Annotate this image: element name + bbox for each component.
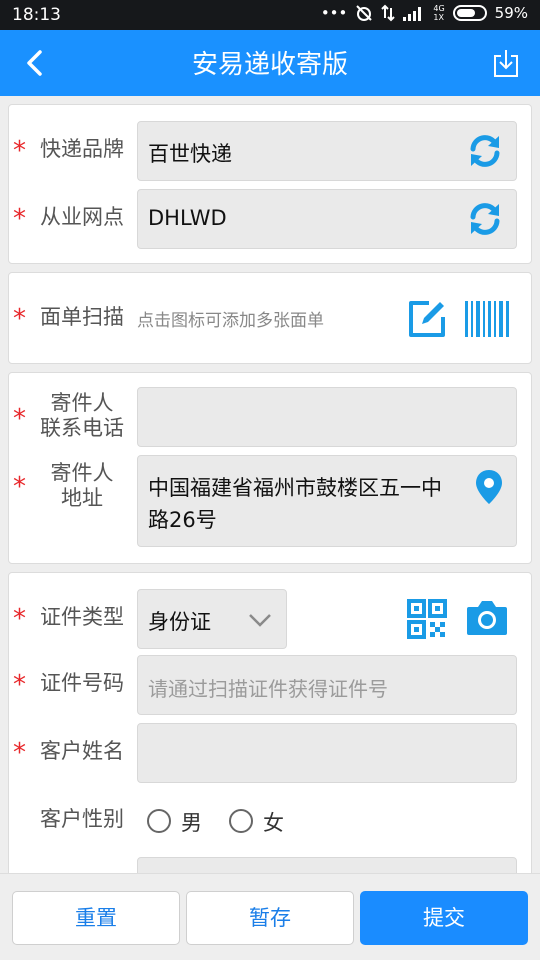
- save-draft-button[interactable]: 暂存: [186, 891, 354, 945]
- reset-button[interactable]: 重置: [12, 891, 180, 945]
- required-mark: *: [13, 604, 26, 634]
- chevron-down-icon: [249, 614, 271, 627]
- form-scroll-area[interactable]: * 快递品牌 百世快递 * 从业网点 DHLWD * 面单扫描 点击图标可添加多…: [0, 96, 540, 873]
- waybill-label-text: 面单扫描: [40, 305, 124, 329]
- required-mark: *: [13, 204, 26, 234]
- alarm-off-icon: [356, 5, 373, 21]
- network-type: 4G 1X: [433, 4, 444, 22]
- customer-card: * 证件类型 身份证 * 证件号码 请通过扫描证件获得证件号 * 客户姓名 客户…: [8, 572, 532, 873]
- app-bar: 安易递收寄版: [0, 30, 540, 96]
- id-type-select[interactable]: 身份证: [137, 589, 287, 649]
- customer-name-label-text: 客户姓名: [40, 739, 124, 763]
- status-icons: ••• 4G 1X 59%: [321, 4, 528, 22]
- status-time: 18:13: [12, 5, 61, 25]
- battery-icon: [452, 5, 487, 21]
- location-pin-icon[interactable]: [474, 468, 504, 506]
- required-mark: *: [13, 738, 26, 768]
- outlet-field[interactable]: DHLWD: [137, 189, 517, 249]
- download-icon[interactable]: [492, 48, 520, 78]
- submit-button[interactable]: 提交: [360, 891, 528, 945]
- brand-field[interactable]: 百世快递: [137, 121, 517, 181]
- barcode-icon[interactable]: [465, 301, 509, 337]
- sender-address-label-line2: 地址: [61, 486, 103, 510]
- id-type-label-text: 证件类型: [40, 605, 124, 629]
- outlet-label-text: 从业网点: [40, 205, 124, 229]
- next-field-partial[interactable]: [137, 857, 517, 873]
- gender-female-radio[interactable]: [229, 809, 253, 833]
- id-number-field[interactable]: 请通过扫描证件获得证件号: [137, 655, 517, 715]
- gender-label: 客户性别: [13, 807, 133, 832]
- signal-icon: [403, 7, 422, 21]
- page-title: 安易递收寄版: [191, 50, 348, 80]
- brand-label: * 快递品牌: [13, 136, 133, 166]
- refresh-icon[interactable]: [466, 200, 504, 238]
- sender-address-label-line1: 寄件人: [50, 461, 114, 485]
- gender-female-label[interactable]: 女: [263, 807, 284, 837]
- status-bar: 18:13 ••• 4G 1X 59%: [0, 0, 540, 30]
- courier-card: * 快递品牌 百世快递 * 从业网点 DHLWD: [8, 104, 532, 264]
- id-number-label-text: 证件号码: [40, 671, 124, 695]
- id-number-label: * 证件号码: [13, 670, 133, 700]
- id-type-value: 身份证: [148, 610, 211, 634]
- refresh-icon[interactable]: [466, 132, 504, 170]
- required-mark: *: [13, 670, 26, 700]
- sender-phone-label-line2: 联系电话: [40, 416, 124, 440]
- network-sub-label: 1X: [433, 13, 444, 22]
- sender-phone-field[interactable]: [137, 387, 517, 447]
- sender-address-line2: 路26号: [148, 508, 217, 532]
- sender-phone-label-line1: 寄件人: [50, 391, 114, 415]
- required-mark: *: [13, 404, 26, 434]
- sender-address-value: 中国福建省福州市鼓楼区五一中 路26号: [148, 472, 442, 536]
- gender-male-radio[interactable]: [147, 809, 171, 833]
- network-label: 4G: [433, 4, 445, 13]
- id-type-label: * 证件类型: [13, 604, 133, 634]
- required-mark: *: [13, 304, 26, 334]
- sender-phone-label: * 寄件人 联系电话: [13, 391, 133, 441]
- waybill-hint: 点击图标可添加多张面单: [137, 311, 324, 331]
- required-mark: *: [13, 472, 26, 502]
- required-mark: *: [13, 136, 26, 166]
- customer-name-field[interactable]: [137, 723, 517, 783]
- outlet-label: * 从业网点: [13, 204, 133, 234]
- data-transfer-icon: [381, 4, 396, 22]
- more-icon: •••: [320, 4, 348, 22]
- bottom-action-bar: 重置 暂存 提交: [0, 873, 540, 960]
- waybill-card: * 面单扫描 点击图标可添加多张面单: [8, 272, 532, 364]
- camera-icon[interactable]: [465, 597, 509, 637]
- outlet-value: DHLWD: [148, 206, 227, 230]
- id-number-placeholder: 请通过扫描证件获得证件号: [148, 677, 388, 701]
- battery-percent: 59%: [494, 4, 528, 22]
- sender-address-label: * 寄件人 地址: [13, 461, 133, 511]
- sender-address-field[interactable]: 中国福建省福州市鼓楼区五一中 路26号: [137, 455, 517, 547]
- sender-card: * 寄件人 联系电话 * 寄件人 地址 中国福建省福州市鼓楼区五一中 路26号: [8, 372, 532, 564]
- edit-icon[interactable]: [407, 299, 447, 339]
- brand-label-text: 快递品牌: [40, 137, 124, 161]
- customer-name-label: * 客户姓名: [13, 738, 133, 768]
- sender-address-line1: 中国福建省福州市鼓楼区五一中: [148, 476, 442, 500]
- brand-value: 百世快递: [148, 142, 232, 166]
- gender-label-text: 客户性别: [40, 807, 124, 831]
- qr-code-icon[interactable]: [407, 599, 447, 639]
- waybill-label: * 面单扫描: [13, 304, 133, 334]
- gender-male-label[interactable]: 男: [181, 807, 202, 837]
